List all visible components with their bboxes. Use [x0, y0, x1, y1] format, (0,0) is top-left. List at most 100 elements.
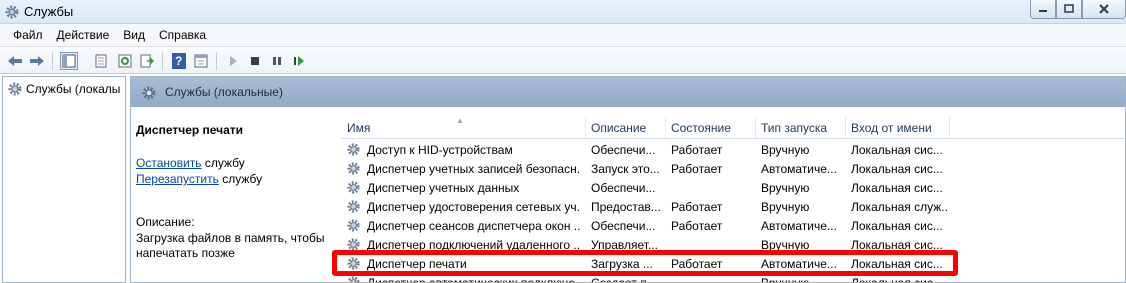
gear-icon [5, 5, 19, 19]
title-bar: Службы [0, 0, 1126, 24]
table-row[interactable]: Диспетчер удостоверения сетевых уч... Пре… [341, 197, 1125, 216]
stop-suffix: службу [201, 156, 245, 170]
cell-description: Запуск это... [591, 162, 660, 176]
back-button[interactable] [6, 52, 24, 70]
pause-service-button[interactable] [268, 52, 286, 70]
service-gear-icon [347, 219, 360, 232]
help-button[interactable]: ? [170, 52, 188, 70]
table-row[interactable]: Диспетчер сеансов диспетчера окон ... Обе… [341, 216, 1125, 235]
cell-name: Диспетчер учетных данных [367, 181, 520, 195]
cell-startup-type: Вручную [761, 200, 810, 214]
view-pane-icon [194, 54, 208, 68]
cell-status: Работает [671, 162, 723, 176]
service-gear-icon [347, 200, 360, 213]
export-list-button[interactable] [138, 52, 156, 70]
cell-description: Предостав... [591, 200, 661, 214]
menu-action[interactable]: Действие [50, 28, 117, 42]
tree-item-label: Службы (локалы [26, 82, 121, 96]
gear-icon [8, 82, 22, 96]
restart-service-button[interactable] [290, 52, 308, 70]
console-tree-icon [62, 54, 76, 68]
cell-startup-type: Вручную [761, 143, 810, 157]
menu-file[interactable]: Файл [6, 28, 50, 42]
cell-log-on-as: Локальная сис... [851, 276, 943, 283]
forward-arrow-icon [30, 56, 44, 66]
description-text: Загрузка файлов в память, чтобы напечата… [136, 231, 325, 260]
stop-action: Остановить службу [136, 156, 245, 170]
table-header: ▲ Имя Описание Состояние Тип запуска Вхо… [341, 116, 1125, 139]
cell-name: Диспетчер автоматических подключе... [367, 276, 581, 283]
play-icon [230, 56, 237, 66]
cell-description: Обеспечи... [591, 143, 656, 157]
cell-log-on-as: Локальная сис... [851, 219, 943, 233]
help-icon: ? [172, 53, 186, 69]
cell-description: Обеспечи... [591, 181, 656, 195]
cell-name: Диспетчер сеансов диспетчера окон ... [367, 219, 581, 233]
cell-name: Доступ к HID-устройствам [367, 143, 513, 157]
minimize-button[interactable] [1030, 0, 1056, 19]
toolbar: ? [0, 46, 1126, 74]
selected-service-name: Диспетчер печати [136, 123, 244, 137]
column-header-status[interactable]: Состояние [671, 121, 731, 135]
export-list-icon [140, 54, 154, 68]
close-icon [1099, 4, 1109, 14]
menu-help[interactable]: Справка [152, 28, 213, 42]
close-button[interactable] [1082, 0, 1126, 19]
window-title: Службы [24, 4, 74, 19]
stop-service-link[interactable]: Остановить [136, 156, 202, 170]
forward-button[interactable] [28, 52, 46, 70]
cell-name: Диспетчер удостоверения сетевых уч... [367, 200, 581, 214]
cell-log-on-as: Локальная служ... [851, 200, 947, 214]
service-gear-icon [347, 181, 360, 194]
maximize-icon [1064, 4, 1074, 13]
view-pane-button[interactable] [192, 52, 210, 70]
column-header-name[interactable]: Имя [347, 121, 370, 135]
cell-startup-type: Вручную [761, 181, 810, 195]
cell-log-on-as: Локальная сис... [851, 143, 943, 157]
pane-header: Службы (локальные) [131, 77, 1125, 107]
restart-suffix: службу [218, 172, 263, 186]
table-row[interactable]: Доступ к HID-устройствам Обеспечи... Работ… [341, 140, 1125, 159]
sort-arrow-icon: ▲ [456, 116, 464, 125]
properties-icon [95, 54, 107, 68]
cell-startup-type: Автоматиче... [761, 162, 837, 176]
properties-button[interactable] [92, 52, 110, 70]
minimize-icon [1039, 10, 1047, 12]
service-gear-icon [347, 162, 360, 175]
maximize-button[interactable] [1056, 0, 1082, 19]
cell-log-on-as: Локальная сис... [851, 181, 943, 195]
description-label: Описание: [136, 215, 195, 229]
menu-bar: Файл Действие Вид Справка [0, 24, 1126, 46]
column-header-description[interactable]: Описание [591, 121, 646, 135]
restart-action: Перезапустить службу [136, 172, 262, 186]
refresh-icon [118, 54, 132, 68]
tree-item-services-local[interactable]: Службы (локалы [7, 81, 120, 97]
console-tree-button[interactable] [60, 52, 78, 70]
column-header-startup-type[interactable]: Тип запуска [761, 121, 827, 135]
pause-icon [273, 57, 281, 65]
menu-view[interactable]: Вид [116, 28, 152, 42]
service-gear-icon [347, 276, 360, 282]
service-details-panel: Диспетчер печати Остановить службу Перез… [131, 107, 333, 282]
stop-service-button[interactable] [246, 52, 264, 70]
cell-description: Обеспечи... [591, 219, 656, 233]
restart-icon [294, 56, 304, 66]
cell-description: Создает п... [591, 276, 657, 283]
refresh-button[interactable] [116, 52, 134, 70]
cell-status: Работает [671, 143, 723, 157]
table-row[interactable]: Диспетчер учетных записей безопасн... Зап… [341, 159, 1125, 178]
console-tree: Службы (локалы [2, 76, 126, 283]
gear-icon [142, 86, 156, 100]
stop-icon [251, 57, 259, 65]
cell-status: Работает [671, 200, 723, 214]
service-gear-icon [347, 143, 360, 156]
cell-startup-type: Вручную [761, 276, 810, 283]
back-arrow-icon [8, 56, 22, 66]
pane-title: Службы (локальные) [165, 85, 283, 99]
cell-log-on-as: Локальная сис... [851, 162, 943, 176]
highlight-box [332, 250, 958, 276]
restart-service-link[interactable]: Перезапустить [136, 172, 219, 186]
column-header-log-on-as[interactable]: Вход от имени [851, 121, 932, 135]
table-row[interactable]: Диспетчер учетных данных Обеспечи... Вручн… [341, 178, 1125, 197]
start-service-button[interactable] [224, 52, 242, 70]
